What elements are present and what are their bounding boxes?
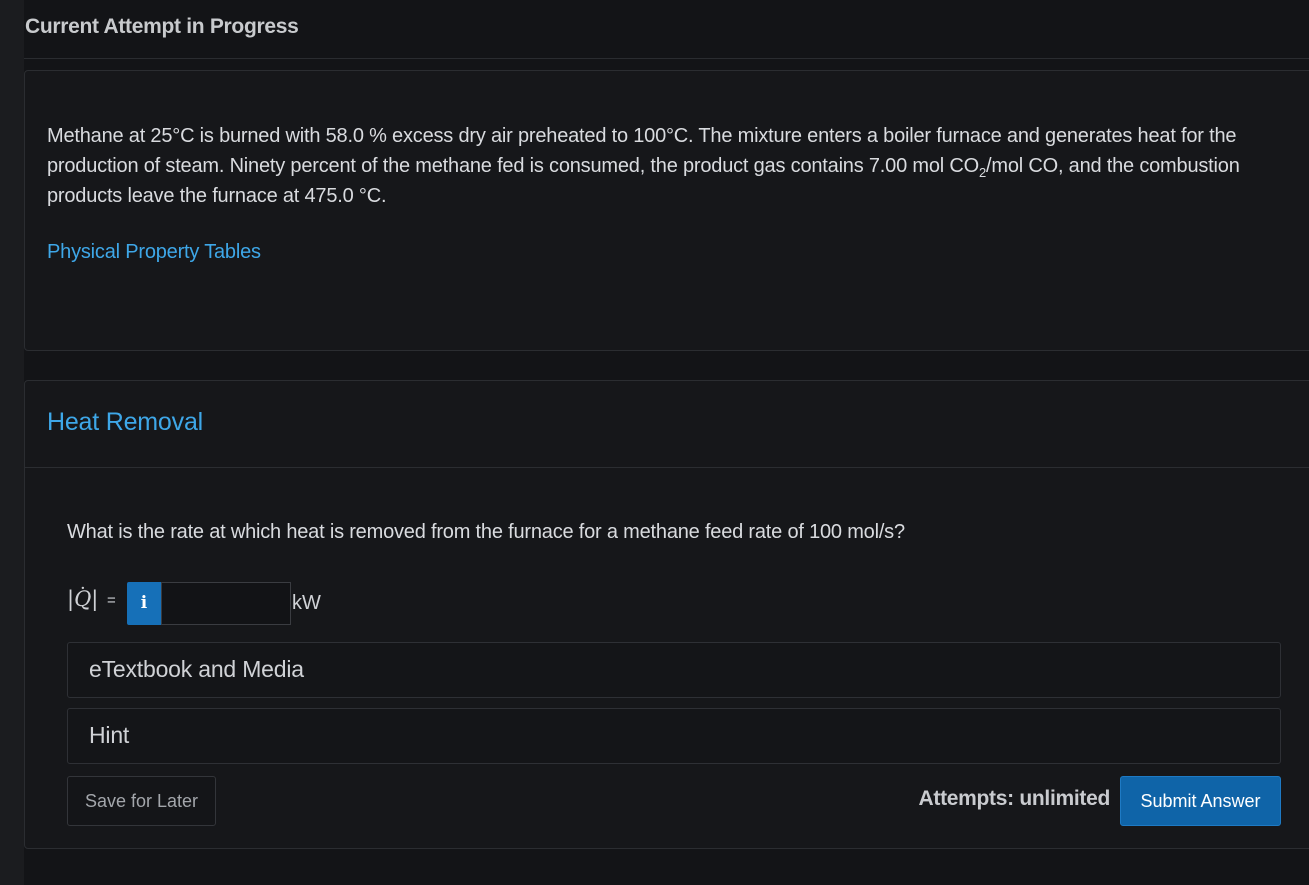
hint-label: Hint — [89, 722, 130, 748]
problem-card: Methane at 25°C is burned with 58.0 % ex… — [24, 70, 1309, 351]
part-title: Heat Removal — [47, 408, 203, 436]
info-icon[interactable]: i — [127, 582, 161, 625]
question-text: What is the rate at which heat is remove… — [67, 521, 905, 543]
save-for-later-button[interactable]: Save for Later — [67, 776, 216, 826]
co2-subscript: 2 — [978, 165, 986, 180]
page-header: Current Attempt in Progress — [24, 0, 1309, 59]
submit-answer-button[interactable]: Submit Answer — [1120, 776, 1281, 826]
attempts-label: Attempts: unlimited — [918, 787, 1111, 810]
unit-label: kW — [292, 592, 321, 614]
problem-statement: Methane at 25°C is burned with 58.0 % ex… — [47, 121, 1297, 211]
page-title: Current Attempt in Progress — [25, 15, 299, 38]
etextbook-media-label: eTextbook and Media — [89, 656, 304, 682]
question-part-card: Heat Removal What is the rate at which h… — [24, 380, 1309, 849]
q-dot-magnitude-label: |Q| · — [67, 578, 99, 611]
abs-bar-right: | — [91, 587, 99, 611]
part-header: Heat Removal — [25, 381, 1309, 468]
etextbook-media-accordion[interactable]: eTextbook and Media — [67, 642, 1281, 698]
answer-row: |Q| · = i kW — [67, 578, 467, 627]
physical-property-tables-link[interactable]: Physical Property Tables — [47, 241, 261, 264]
equals-sign: = — [107, 592, 116, 609]
q-dot-accent: · — [80, 578, 86, 599]
answer-input[interactable] — [161, 582, 291, 625]
hint-accordion[interactable]: Hint — [67, 708, 1281, 764]
left-gutter — [0, 0, 24, 885]
